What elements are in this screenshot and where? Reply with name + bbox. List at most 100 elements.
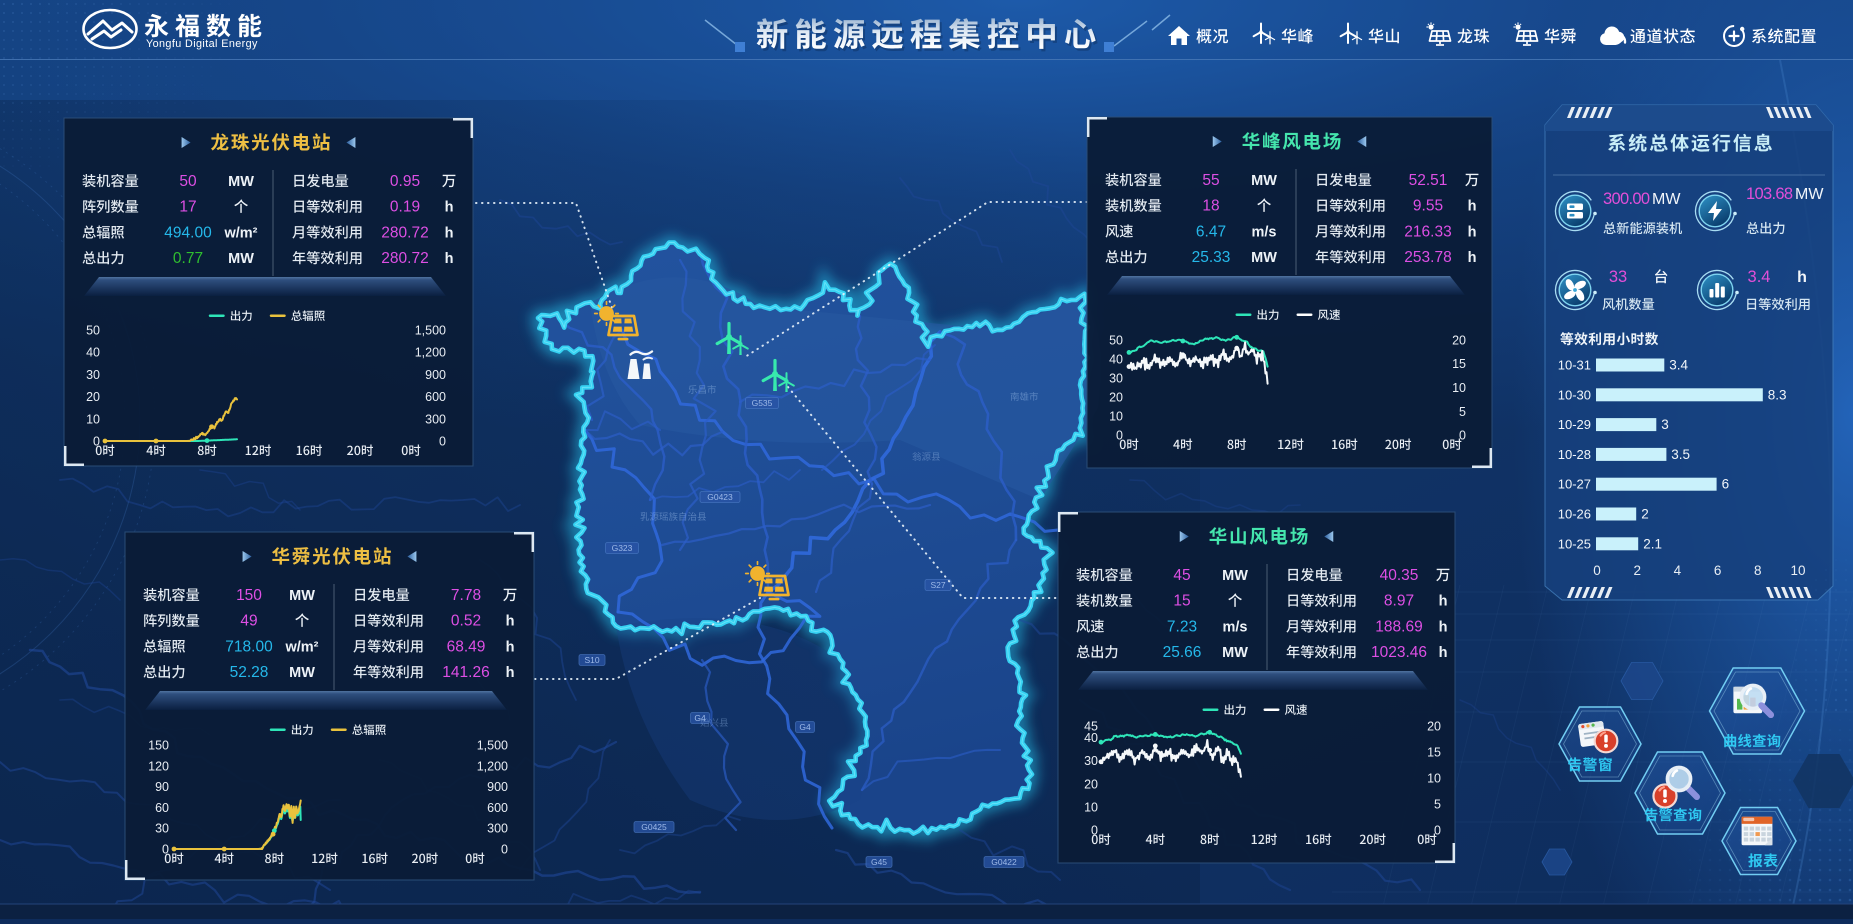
svg-text:188.69: 188.69 [1375,618,1422,635]
svg-text:h: h [445,200,454,216]
svg-text:S10: S10 [584,655,599,665]
svg-text:MW: MW [1222,645,1248,661]
svg-text:216.33: 216.33 [1404,223,1451,240]
svg-text:30: 30 [155,822,169,836]
svg-text:h: h [1439,619,1448,635]
svg-text:10: 10 [1790,563,1805,578]
svg-text:900: 900 [487,780,508,794]
svg-text:2: 2 [1633,563,1641,578]
svg-text:1,200: 1,200 [477,759,508,773]
svg-text:m/s: m/s [1252,224,1277,240]
svg-text:900: 900 [425,368,446,382]
svg-text:300.00: 300.00 [1603,190,1650,208]
svg-text:m/s: m/s [1223,619,1248,635]
svg-text:6: 6 [1722,477,1730,492]
svg-text:h: h [506,614,515,630]
svg-text:68.49: 68.49 [447,638,486,655]
svg-text:150: 150 [236,587,262,604]
svg-text:1,500: 1,500 [415,324,446,338]
svg-text:18: 18 [1202,198,1219,215]
svg-text:141.26: 141.26 [442,664,489,681]
svg-text:0.52: 0.52 [451,613,481,630]
svg-text:3.5: 3.5 [1671,447,1690,462]
svg-text:25.66: 25.66 [1163,644,1202,661]
svg-text:0.77: 0.77 [173,250,203,267]
svg-text:10: 10 [1109,410,1123,424]
svg-text:G45: G45 [871,857,887,867]
svg-text:0: 0 [1459,429,1466,443]
svg-text:1,200: 1,200 [415,346,446,360]
svg-text:10-30: 10-30 [1558,387,1591,402]
svg-text:15: 15 [1452,357,1466,371]
svg-text:G0425: G0425 [641,822,667,832]
svg-text:280.72: 280.72 [381,224,428,241]
svg-text:MW: MW [1795,186,1824,203]
svg-text:MW: MW [289,665,315,681]
svg-text:G0422: G0422 [991,857,1017,867]
svg-text:150: 150 [148,739,169,753]
svg-text:S27: S27 [930,580,945,590]
svg-text:G4: G4 [799,722,811,732]
svg-text:10-31: 10-31 [1558,358,1591,373]
svg-text:0: 0 [1434,824,1441,838]
svg-text:20: 20 [1084,777,1098,791]
svg-text:52.28: 52.28 [230,664,269,681]
svg-text:20: 20 [1452,334,1466,348]
svg-text:300: 300 [487,822,508,836]
svg-text:15: 15 [1173,593,1190,610]
svg-text:10-25: 10-25 [1558,536,1591,551]
svg-text:600: 600 [487,801,508,815]
svg-text:10: 10 [1452,381,1466,395]
svg-text:0.19: 0.19 [390,199,420,216]
svg-text:MW: MW [289,588,315,604]
svg-text:20: 20 [1109,391,1123,405]
svg-text:7.78: 7.78 [451,587,481,604]
svg-text:MW: MW [228,174,254,190]
svg-text:50: 50 [1109,334,1123,348]
svg-text:MW: MW [228,251,254,267]
svg-text:90: 90 [155,780,169,794]
svg-text:1023.46: 1023.46 [1371,644,1427,661]
svg-text:10: 10 [1084,800,1098,814]
svg-text:h: h [1468,199,1477,215]
svg-text:55: 55 [1202,172,1219,189]
svg-text:50: 50 [86,324,100,338]
svg-text:10: 10 [86,412,100,426]
svg-text:G0423: G0423 [707,492,733,502]
svg-text:253.78: 253.78 [1404,249,1451,266]
svg-text:0: 0 [1593,563,1601,578]
svg-text:60: 60 [155,801,169,815]
svg-text:3.4: 3.4 [1748,268,1771,286]
svg-text:103.68: 103.68 [1746,185,1793,203]
svg-text:40: 40 [1109,353,1123,367]
svg-text:3.4: 3.4 [1669,358,1688,373]
svg-text:4: 4 [1674,563,1682,578]
svg-text:h: h [445,251,454,267]
svg-text:50: 50 [179,173,197,190]
svg-text:2: 2 [1641,507,1649,522]
svg-text:8.3: 8.3 [1768,387,1787,402]
svg-text:30: 30 [1084,754,1098,768]
svg-text:0: 0 [501,843,508,857]
svg-text:5: 5 [1459,405,1466,419]
svg-text:3: 3 [1661,417,1669,432]
svg-text:40: 40 [86,346,100,360]
svg-text:2.1: 2.1 [1643,536,1662,551]
svg-text:45: 45 [1173,567,1190,584]
svg-text:300: 300 [425,412,446,426]
svg-text:Yongfu Digital Energy: Yongfu Digital Energy [146,38,258,50]
svg-text:G535: G535 [752,398,773,408]
svg-text:15: 15 [1427,746,1441,760]
svg-text:9.55: 9.55 [1413,198,1443,215]
svg-text:h: h [1439,594,1448,610]
svg-text:h: h [1797,269,1807,286]
svg-text:0: 0 [439,435,446,449]
svg-text:1,500: 1,500 [477,739,508,753]
svg-text:10-27: 10-27 [1558,477,1591,492]
svg-text:25.33: 25.33 [1192,249,1231,266]
svg-text:10-29: 10-29 [1558,417,1591,432]
svg-text:h: h [1439,645,1448,661]
svg-text:h: h [1468,224,1477,240]
svg-text:8.97: 8.97 [1384,593,1414,610]
svg-text:33: 33 [1609,268,1627,286]
